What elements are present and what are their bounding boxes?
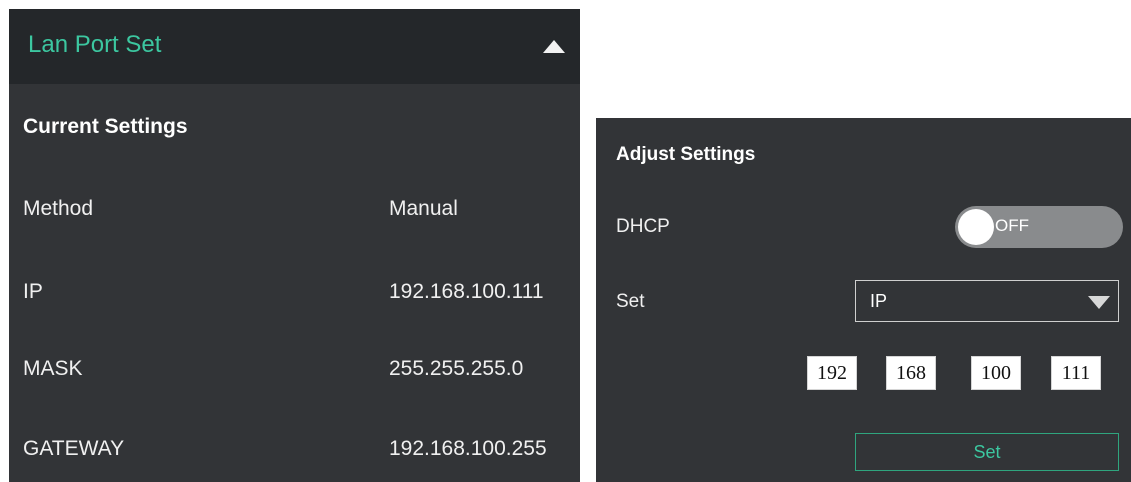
ip-octet-3-input[interactable]: 100 [971,356,1021,390]
set-button[interactable]: Set [855,433,1119,471]
select-value: IP [870,291,888,311]
ip-octet-2-input[interactable]: 168 [886,356,936,390]
ip-label: IP [23,280,43,303]
dhcp-toggle[interactable]: OFF [955,206,1123,248]
panel-header[interactable]: Lan Port Set [9,9,580,84]
toggle-state-label: OFF [995,216,1029,235]
toggle-knob [958,209,994,245]
method-value: Manual [389,197,458,220]
set-label: Set [616,291,645,312]
adjust-settings-panel: Adjust Settings DHCP OFF Set IP 192 168 … [596,118,1131,482]
page: Lan Port Set Current Settings Method Man… [0,0,1131,482]
current-settings-heading: Current Settings [23,115,188,138]
mask-label: MASK [23,357,83,380]
ip-value: 192.168.100.111 [389,280,544,303]
method-label: Method [23,197,94,220]
dhcp-label: DHCP [616,216,670,237]
gateway-value: 192.168.100.255 [389,437,547,460]
collapse-icon[interactable] [543,40,565,53]
dropdown-arrow-icon [1088,296,1110,309]
mask-value: 255.255.255.0 [389,357,524,380]
set-type-select[interactable]: IP [855,280,1119,322]
lan-port-panel: Lan Port Set Current Settings Method Man… [9,9,580,482]
ip-octet-1-input[interactable]: 192 [807,356,857,390]
adjust-settings-heading: Adjust Settings [616,144,756,165]
panel-title: Lan Port Set [28,31,162,58]
ip-octet-4-input[interactable]: 111 [1051,356,1101,390]
gateway-label: GATEWAY [23,437,125,460]
